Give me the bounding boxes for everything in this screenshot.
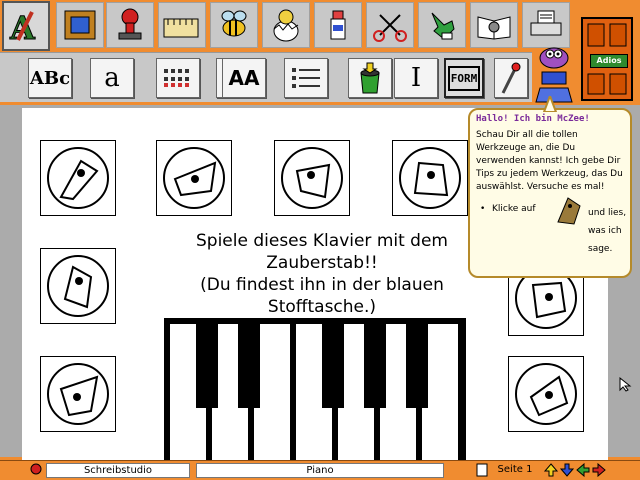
- ruler-book-icon[interactable]: [158, 2, 206, 48]
- text-cursor-icon[interactable]: I: [394, 58, 438, 98]
- exit-label: Adios: [590, 54, 628, 68]
- character-tile[interactable]: [40, 140, 116, 216]
- bubble-bullet-suffix: und lies, was ich sage.: [588, 208, 627, 254]
- bubble-bullet: • Klicke auf und lies, was ich sage.: [476, 197, 626, 254]
- arrow-down-icon[interactable]: [560, 463, 574, 477]
- magic-letter-a-icon[interactable]: a: [90, 58, 134, 98]
- page-indicator: Seite 1: [497, 464, 533, 475]
- piano-black-key[interactable]: [406, 324, 428, 408]
- instruction-line: Stofftasche.): [267, 297, 377, 317]
- magic-wand-icon[interactable]: [494, 58, 528, 98]
- abc-letters-label: ABc: [29, 67, 71, 89]
- form-icon[interactable]: FORM: [444, 58, 484, 98]
- piano-keyboard[interactable]: [164, 318, 466, 460]
- printer-icon[interactable]: [522, 2, 570, 48]
- character-tile[interactable]: [392, 140, 468, 216]
- character-tile[interactable]: [156, 140, 232, 216]
- character-tile[interactable]: [508, 356, 584, 432]
- mczee-character-icon[interactable]: [532, 44, 582, 104]
- arrow-left-icon[interactable]: [576, 463, 590, 477]
- instruction-line: Spiele dieses Klavier mit dem: [196, 231, 448, 251]
- bubble-tail: [542, 96, 558, 112]
- mczee-small-icon: [557, 197, 581, 225]
- sub-tool-bar: ABc a AA I FORM: [0, 52, 532, 102]
- glue-bottle-icon[interactable]: [314, 2, 362, 48]
- font-size-icon[interactable]: AA: [222, 58, 266, 98]
- document-name[interactable]: Piano: [196, 463, 444, 478]
- magic-letter-a-label: a: [104, 63, 120, 93]
- text-cursor-label: I: [410, 63, 422, 93]
- instruction-line: Zauberstab!!: [266, 253, 378, 273]
- piano-black-key[interactable]: [322, 324, 344, 408]
- paint-bucket-icon[interactable]: [348, 58, 392, 98]
- pointer-arrow-icon: [619, 376, 632, 392]
- stamp-icon[interactable]: [106, 2, 154, 48]
- letter-a-brush-icon[interactable]: A: [2, 1, 50, 51]
- mczee-speech-bubble: Hallo! Ich bin McZee! Schau Dir all die …: [468, 108, 632, 278]
- bubble-body: Schau Dir all die tollen Werkzeuge an, d…: [476, 130, 623, 192]
- character-tile[interactable]: [274, 140, 350, 216]
- glove-hand-icon[interactable]: [418, 2, 466, 48]
- instruction-line: (Du findest ihn in der blauen: [200, 275, 444, 295]
- open-book-icon[interactable]: [470, 2, 518, 48]
- egg-hatching-icon[interactable]: [262, 2, 310, 48]
- piano-black-key[interactable]: [196, 324, 218, 408]
- arrow-up-icon[interactable]: [544, 463, 558, 477]
- character-tile[interactable]: [40, 248, 116, 324]
- bullet-list-icon[interactable]: [284, 58, 328, 98]
- page-icon: [476, 463, 488, 477]
- scissors-icon[interactable]: [366, 2, 414, 48]
- bubble-title: Hallo! Ich bin McZee!: [476, 114, 590, 124]
- form-label: FORM: [447, 65, 481, 91]
- exit-door-button[interactable]: Adios: [580, 16, 634, 102]
- text-lines-icon[interactable]: [156, 58, 200, 98]
- piano-black-key[interactable]: [238, 324, 260, 408]
- picture-frame-icon[interactable]: [56, 2, 104, 48]
- instruction-text: Spiele dieses Klavier mit dem Zauberstab…: [172, 230, 472, 318]
- character-tile[interactable]: [40, 356, 116, 432]
- bee-icon[interactable]: [210, 2, 258, 48]
- arrow-right-icon[interactable]: [592, 463, 606, 477]
- studio-name: Schreibstudio: [46, 463, 190, 478]
- font-size-label: AA: [228, 66, 260, 90]
- status-bar: Schreibstudio Piano Seite 1: [0, 460, 640, 480]
- stop-icon[interactable]: [30, 463, 42, 475]
- piano-black-key[interactable]: [364, 324, 386, 408]
- abc-letters-icon[interactable]: ABc: [28, 58, 72, 98]
- bubble-bullet-prefix: Klicke auf: [492, 204, 536, 214]
